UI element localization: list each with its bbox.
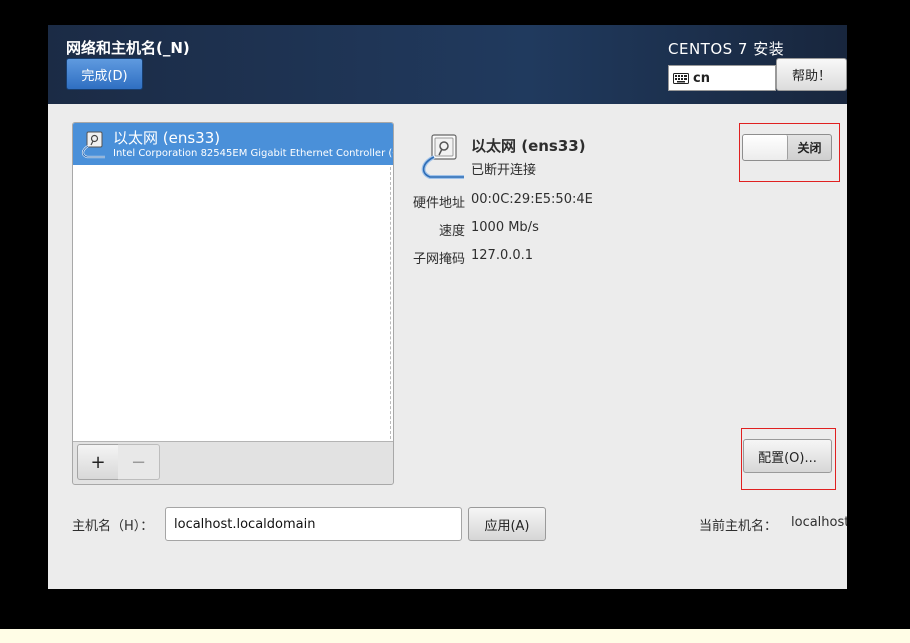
done-button[interactable]: 完成(D) xyxy=(66,58,143,90)
current-hostname-value: localhost xyxy=(791,515,847,530)
apply-button[interactable]: 应用(A) xyxy=(468,507,546,541)
hostname-input[interactable] xyxy=(165,507,462,541)
configure-button[interactable]: 配置(O)... xyxy=(743,439,832,473)
subnet-mask-label: 子网掩码 xyxy=(412,252,465,267)
page-title: 网络和主机名(_N) xyxy=(66,39,190,57)
ethernet-device-icon xyxy=(421,134,464,179)
keyboard-icon xyxy=(673,72,689,84)
hw-address-label: 硬件地址 xyxy=(412,196,465,211)
add-device-button[interactable]: + xyxy=(77,444,119,480)
toggle-knob xyxy=(743,135,788,160)
network-hostname-window: 网络和主机名(_N) 完成(D) CENTOS 7 安装 cn 帮助！ 以太网 … xyxy=(48,25,847,589)
help-button[interactable]: 帮助！ xyxy=(776,58,847,91)
header-bar: 网络和主机名(_N) 完成(D) CENTOS 7 安装 cn 帮助！ xyxy=(48,25,847,104)
subnet-mask-value: 127.0.0.1 xyxy=(471,248,534,263)
ethernet-icon xyxy=(81,131,105,159)
list-edge-divider xyxy=(390,167,391,439)
keyboard-layout-label: cn xyxy=(693,70,710,86)
keyboard-layout-indicator[interactable]: cn xyxy=(668,65,776,91)
hw-address-value: 00:0C:29:E5:50:4E xyxy=(471,192,593,207)
hostname-label: 主机名（H）： xyxy=(72,519,154,534)
device-list: 以太网 (ens33) Intel Corporation 82545EM Gi… xyxy=(73,123,393,442)
device-item-description: Intel Corporation 82545EM Gigabit Ethern… xyxy=(113,148,393,159)
remove-device-button[interactable]: − xyxy=(118,444,160,480)
connection-toggle[interactable]: 关闭 xyxy=(742,134,832,161)
device-list-panel: 以太网 (ens33) Intel Corporation 82545EM Gi… xyxy=(72,122,394,485)
current-hostname-label: 当前主机名： xyxy=(699,519,778,534)
speed-value: 1000 Mb/s xyxy=(471,220,539,235)
product-title: CENTOS 7 安装 xyxy=(668,40,785,58)
bottom-strip xyxy=(0,629,910,643)
device-item-name: 以太网 (ens33) xyxy=(113,129,221,147)
device-detail-name: 以太网 (ens33) xyxy=(471,137,586,155)
speed-label: 速度 xyxy=(438,224,465,239)
toggle-label: 关闭 xyxy=(797,141,822,155)
device-status: 已断开连接 xyxy=(471,163,537,178)
list-item[interactable]: 以太网 (ens33) Intel Corporation 82545EM Gi… xyxy=(73,123,393,165)
